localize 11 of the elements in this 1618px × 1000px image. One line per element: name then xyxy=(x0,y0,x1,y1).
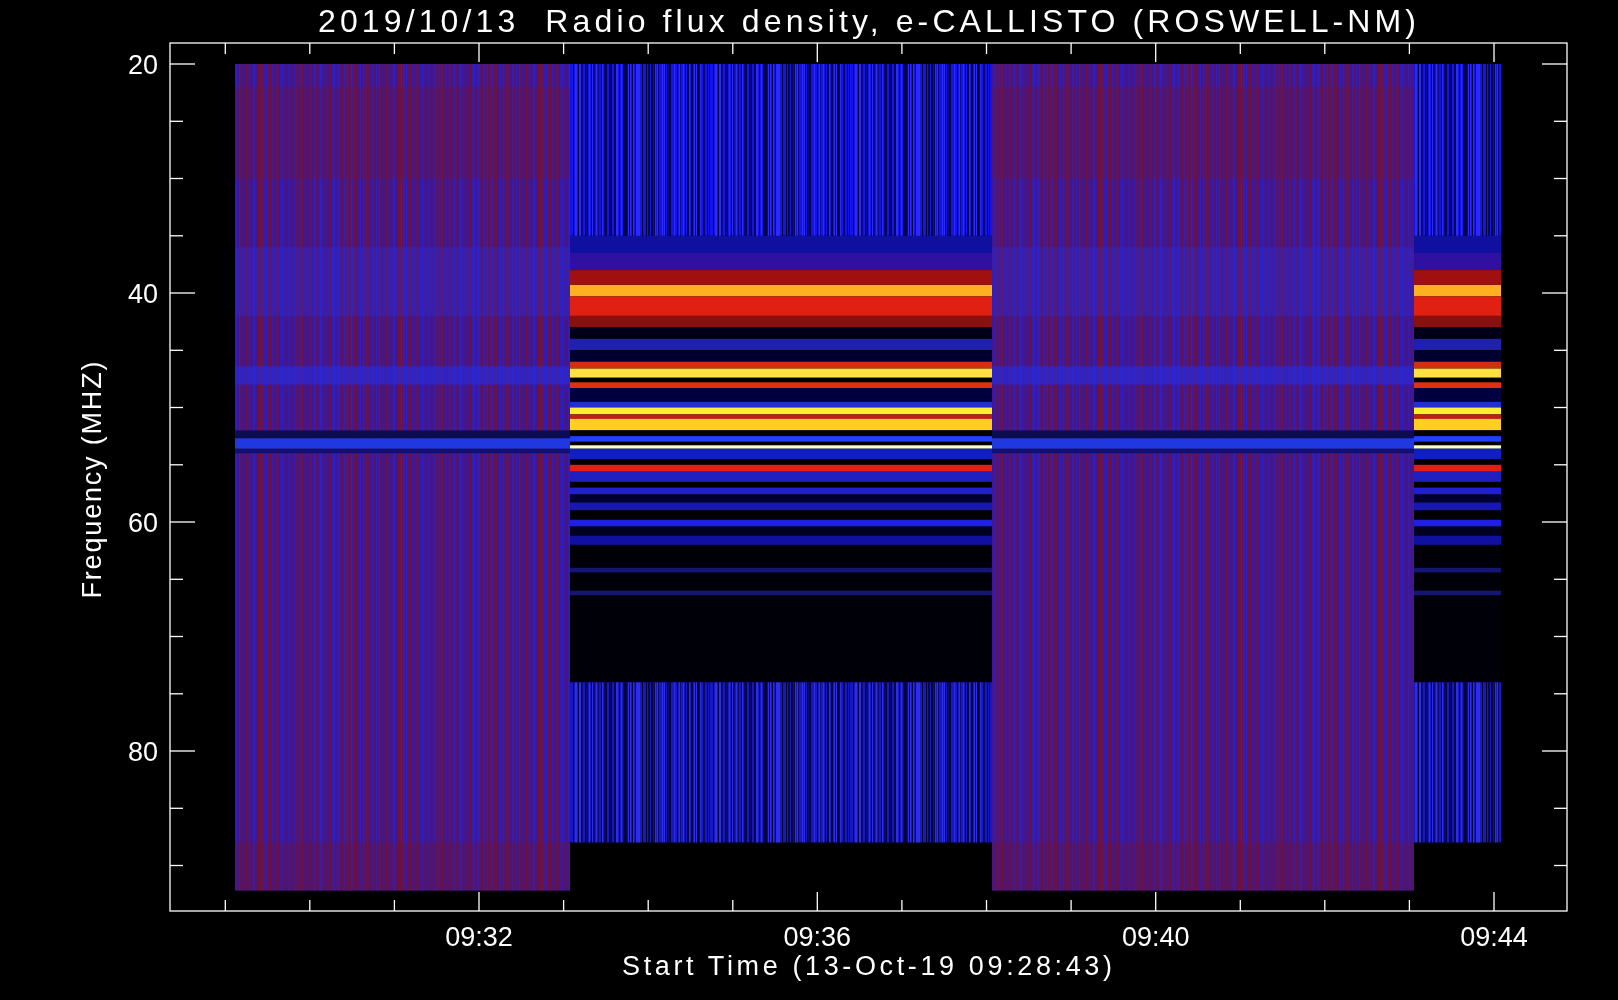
x-tick-label: 09:36 xyxy=(783,922,852,952)
x-axis-label: Start Time (13-Oct-19 09:28:43) xyxy=(622,951,1112,981)
y-tick-label: 20 xyxy=(127,50,158,80)
x-tick-label: 09:44 xyxy=(1460,922,1528,952)
plot-title: 2019/10/13 Radio flux density, e-CALLISTO (ROSWELL-NM) xyxy=(318,3,1416,39)
y-tick-label: 80 xyxy=(127,737,158,767)
x-tick-label: 09:32 xyxy=(445,922,513,952)
y-tick-label: 60 xyxy=(127,508,158,538)
x-tick-label: 09:40 xyxy=(1121,922,1190,952)
y-tick-label: 40 xyxy=(127,279,158,309)
y-axis-label: Frequency (MHZ) xyxy=(77,361,107,599)
